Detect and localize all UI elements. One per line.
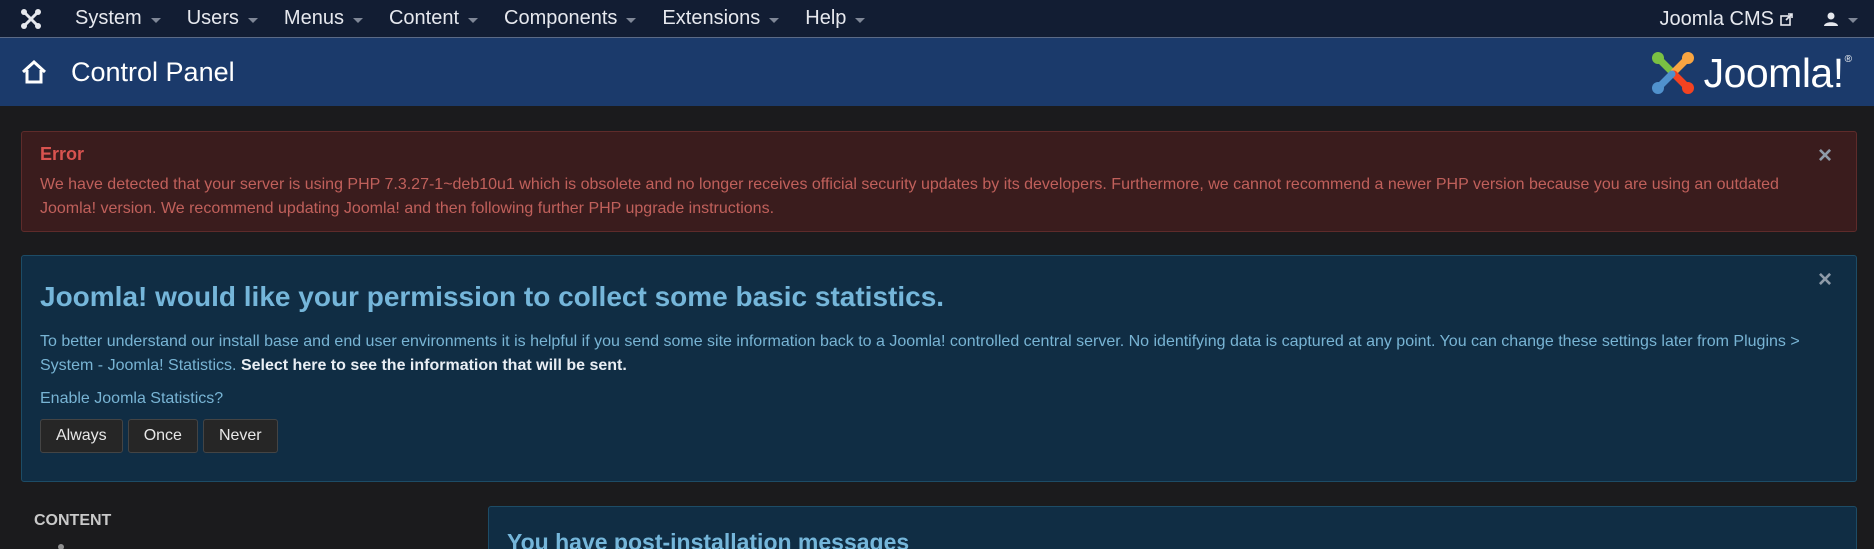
caret-down-icon (352, 17, 363, 23)
menu-components[interactable]: Components (491, 0, 649, 38)
menu-components-label: Components (504, 7, 618, 29)
menu-users[interactable]: Users (174, 0, 271, 38)
once-button[interactable]: Once (127, 419, 198, 453)
caret-down-icon (855, 17, 866, 23)
menu-content[interactable]: Content (376, 0, 491, 38)
main-menu: System Users Menus Content Components Ex… (62, 0, 878, 38)
navbar-right: Joomla CMS (1660, 0, 1874, 38)
external-link-icon (1780, 12, 1793, 26)
alert-message: We have detected that your server is usi… (40, 176, 1779, 217)
close-icon[interactable]: × (1818, 144, 1832, 168)
stats-description: To better understand our install base an… (40, 330, 1840, 378)
brand-text: Joomla! (1703, 49, 1845, 96)
close-icon[interactable]: × (1818, 268, 1832, 292)
menu-menus[interactable]: Menus (271, 0, 376, 38)
joomla-logo: Joomla! ® (1648, 48, 1852, 98)
user-icon (1824, 12, 1838, 26)
stats-question: Enable Joomla Statistics? (40, 390, 224, 407)
site-link[interactable]: Joomla CMS (1660, 8, 1823, 31)
menu-system[interactable]: System (62, 0, 174, 38)
menu-content-label: Content (388, 7, 460, 29)
caret-down-icon (626, 17, 637, 23)
registered-mark: ® (1844, 53, 1852, 65)
menu-help-label: Help (805, 7, 847, 29)
joomla-icon[interactable] (0, 0, 62, 38)
caret-down-icon (247, 17, 258, 23)
caret-down-icon (1848, 18, 1858, 23)
joomla-logo-icon (1651, 52, 1694, 94)
user-menu[interactable] (1823, 11, 1874, 27)
caret-down-icon (150, 17, 161, 23)
stats-permission-alert: × Joomla! would like your permission to … (21, 255, 1857, 482)
php-error-alert: × Error We have detected that your serve… (21, 131, 1857, 232)
never-button[interactable]: Never (202, 419, 278, 453)
alert-heading: Error (40, 144, 85, 164)
page-header: Control Panel Joomla! ® (0, 38, 1874, 106)
stats-details-link[interactable]: Select here to see the information that … (241, 357, 627, 374)
post-install-messages-panel: You have post-installation messages (488, 506, 1857, 549)
stats-title: Joomla! would like your permission to co… (40, 281, 945, 312)
messages-title: You have post-installation messages (507, 529, 910, 549)
sidebar-bullet (58, 544, 64, 549)
menu-users-label: Users (186, 7, 239, 29)
menu-system-label: System (75, 7, 142, 29)
page-title: Control Panel (71, 56, 235, 87)
caret-down-icon (769, 17, 780, 23)
menu-help[interactable]: Help (792, 0, 878, 38)
home-icon (21, 59, 47, 84)
sidebar-heading-content: CONTENT (34, 512, 112, 529)
site-link-label: Joomla CMS (1659, 7, 1774, 30)
top-navbar: System Users Menus Content Components Ex… (0, 0, 1874, 38)
menu-menus-label: Menus (283, 7, 344, 29)
always-button[interactable]: Always (40, 419, 123, 453)
caret-down-icon (468, 17, 479, 23)
menu-extensions-label: Extensions (662, 7, 761, 29)
stats-button-group: Always Once Never (40, 419, 1838, 453)
menu-extensions[interactable]: Extensions (649, 0, 792, 38)
